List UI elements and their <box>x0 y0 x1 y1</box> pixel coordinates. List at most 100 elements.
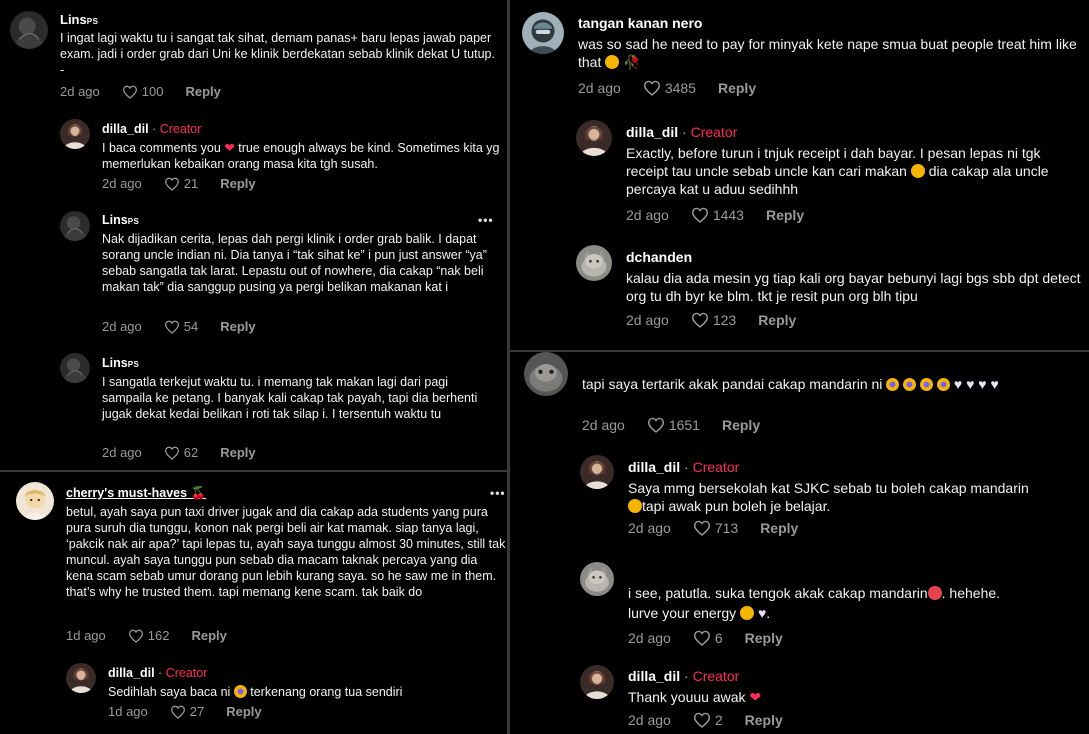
like-button[interactable]: 6 <box>693 630 723 646</box>
heart-outline-icon <box>128 629 144 643</box>
smile-emoji-icon <box>628 498 642 513</box>
comment-username[interactable]: dilla_dil · Creator <box>102 122 201 136</box>
like-button[interactable]: 100 <box>122 84 163 99</box>
heart-outline-icon <box>693 712 711 728</box>
comment-item: LinsPS ••• Nak dijadikan cerita, lepas d… <box>0 205 507 347</box>
comment-meta: 2d ago 713 Reply <box>628 520 798 536</box>
like-button[interactable]: 54 <box>164 319 198 334</box>
reply-button[interactable]: Reply <box>220 445 255 460</box>
rose-emoji-icon: 🥀 <box>623 53 641 70</box>
comment-time: 2d ago <box>582 417 625 433</box>
avatar[interactable] <box>524 352 568 396</box>
avatar[interactable] <box>580 455 614 489</box>
like-count: 3485 <box>664 80 696 96</box>
comment-meta: 2d ago 1651 Reply <box>582 417 760 433</box>
like-count: 6 <box>714 630 723 646</box>
like-count: 54 <box>183 319 199 334</box>
reply-button[interactable]: Reply <box>220 319 255 334</box>
like-button[interactable]: 713 <box>693 520 738 536</box>
comment-username[interactable]: LinsPS <box>102 213 139 227</box>
comment-meta: 2d ago 6 Reply <box>628 630 783 646</box>
like-button[interactable]: 3485 <box>643 80 696 96</box>
comment-time: 2d ago <box>60 84 100 99</box>
reply-button[interactable]: Reply <box>745 712 783 728</box>
reply-button[interactable]: Reply <box>766 207 804 223</box>
reply-button[interactable]: Reply <box>722 417 760 433</box>
white-heart-emoji-icon: ♥ <box>978 376 987 392</box>
more-dots-icon[interactable]: ••• <box>478 213 494 227</box>
like-button[interactable]: 21 <box>164 176 198 191</box>
reply-button[interactable]: Reply <box>220 176 255 191</box>
avatar[interactable] <box>60 211 90 241</box>
smiling-hearts-emoji-icon <box>740 606 755 621</box>
comment-time: 2d ago <box>102 176 142 191</box>
heart-outline-icon <box>164 446 180 460</box>
reply-button[interactable]: Reply <box>718 80 756 96</box>
like-count: 713 <box>714 520 739 536</box>
like-button[interactable]: 1443 <box>691 207 744 223</box>
comment-text: i see, patutla. suka tengok akak cakap m… <box>628 585 1001 622</box>
comment-meta: 2d ago 2 Reply <box>628 712 783 728</box>
pleading-face-emoji-icon <box>910 163 925 178</box>
comment-meta: 1d ago 27 Reply <box>108 704 262 719</box>
comment-time: 2d ago <box>626 207 669 223</box>
avatar[interactable] <box>66 663 96 693</box>
avatar[interactable] <box>60 353 90 383</box>
comment-meta: 2d ago 3485 Reply <box>578 80 756 96</box>
comment-meta: 2d ago 54 Reply <box>102 319 256 334</box>
like-count: 2 <box>714 712 723 728</box>
comment-username[interactable]: dchanden <box>626 249 692 265</box>
like-count: 123 <box>712 312 737 328</box>
comment-meta: 2d ago 123 Reply <box>626 312 796 328</box>
comment-item: tangan kanan nero was so sad he need to … <box>510 0 1089 110</box>
avatar[interactable] <box>10 11 48 49</box>
avatar[interactable] <box>576 120 612 156</box>
comment-meta: 2d ago 21 Reply <box>102 176 256 191</box>
comment-text: Exactly, before turun i tnjuk receipt i … <box>626 145 1049 197</box>
heart-outline-icon <box>122 85 138 99</box>
comment-username[interactable]: dilla_dil · Creator <box>108 666 207 680</box>
comment-username[interactable]: dilla_dil · Creator <box>626 124 737 140</box>
avatar[interactable] <box>580 665 614 699</box>
comment-username[interactable]: tangan kanan nero <box>578 15 702 31</box>
reply-button[interactable]: Reply <box>760 520 798 536</box>
comment-text: Thank youuu awak ❤ <box>628 689 762 705</box>
like-button[interactable]: 162 <box>128 628 169 643</box>
creator-badge: Creator <box>159 122 202 136</box>
avatar[interactable] <box>576 245 612 281</box>
creator-badge: Creator <box>165 666 208 680</box>
comment-meta: 2d ago 62 Reply <box>102 445 256 460</box>
comment-time: 2d ago <box>628 630 671 646</box>
heart-outline-icon <box>693 520 711 536</box>
avatar[interactable] <box>580 562 614 596</box>
avatar[interactable] <box>522 12 564 54</box>
reply-button[interactable]: Reply <box>758 312 796 328</box>
avatar[interactable] <box>60 119 90 149</box>
more-dots-icon[interactable]: ••• <box>490 486 506 500</box>
heart-outline-icon <box>164 320 180 334</box>
comment-item: LinsPS I sangatla terkejut waktu tu. i m… <box>0 347 507 470</box>
like-button[interactable]: 1651 <box>647 417 700 433</box>
comment-username[interactable]: cherry's must-haves 🍒 <box>66 486 206 501</box>
like-button[interactable]: 62 <box>164 445 198 460</box>
reply-button[interactable]: Reply <box>185 84 220 99</box>
reply-button[interactable]: Reply <box>745 630 783 646</box>
comment-username[interactable]: dilla_dil · Creator <box>628 459 739 475</box>
like-button[interactable]: 2 <box>693 712 723 728</box>
reply-button[interactable]: Reply <box>191 628 226 643</box>
comment-time: 2d ago <box>102 445 142 460</box>
comment-meta: 2d ago 1443 Reply <box>626 207 804 223</box>
creator-badge: Creator <box>690 124 738 140</box>
comment-username[interactable]: dilla_dil · Creator <box>628 668 739 684</box>
heart-outline-icon <box>647 417 665 433</box>
panel-bottom-right: tapi saya tertarik akak pandai cakap man… <box>510 352 1089 734</box>
like-button[interactable]: 123 <box>691 312 736 328</box>
reply-button[interactable]: Reply <box>226 704 261 719</box>
like-button[interactable]: 27 <box>170 704 204 719</box>
comment-time: 2d ago <box>578 80 621 96</box>
comment-username[interactable]: LinsPS <box>60 12 98 27</box>
avatar[interactable] <box>16 482 54 520</box>
comment-text: kalau dia ada mesin yg tiap kali org bay… <box>626 270 1081 304</box>
comment-item: dilla_dil · Creator Sedihlah saya baca n… <box>0 657 507 734</box>
comment-username[interactable]: LinsPS <box>102 356 139 370</box>
